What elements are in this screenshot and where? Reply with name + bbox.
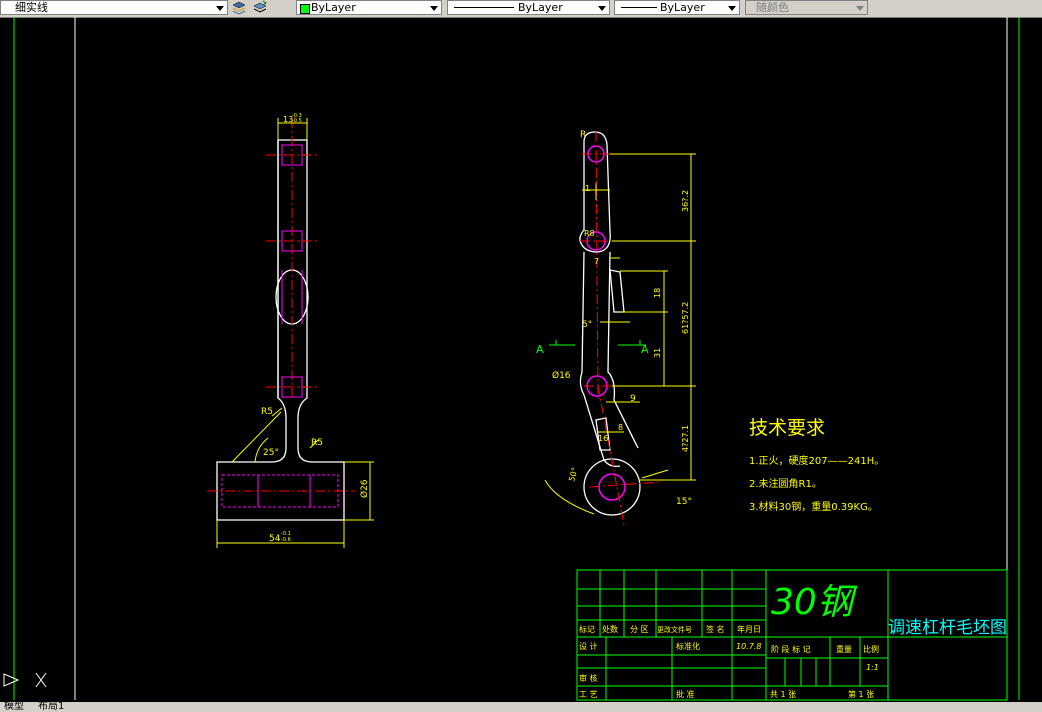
- layer-stack-icon[interactable]: [231, 0, 247, 15]
- ucs-icon: [3, 672, 47, 688]
- dim-8: 8: [618, 423, 623, 432]
- dim-50-deg: 50°: [567, 466, 579, 482]
- tb-sheets-total: 共 1 张: [770, 690, 796, 699]
- dim-small: 1: [585, 184, 590, 193]
- dim-r-mid: R8: [584, 229, 595, 238]
- tb-weight: 重量: [836, 644, 852, 654]
- tb-h-mark: 标记: [579, 624, 595, 634]
- linetype-combo[interactable]: ByLayer: [447, 0, 610, 15]
- tb-h-count: 处数: [602, 624, 618, 634]
- linetype-value: ByLayer: [518, 1, 563, 14]
- left-view: 13 -0.3 -0.5 R5 R5 25° 54 -0.1 -0.6 Ø26: [207, 113, 374, 548]
- tb-review: 审 核: [579, 673, 598, 683]
- dim-base-diameter: Ø26: [359, 479, 370, 498]
- dim-15-deg: 15°: [676, 497, 692, 507]
- dim-angle: 25°: [263, 448, 279, 458]
- section-a-right: A: [641, 343, 649, 356]
- lever-outline-right: [607, 251, 639, 449]
- chevron-down-icon: [856, 6, 864, 11]
- chevron-down-icon[interactable]: [598, 6, 606, 11]
- drawing-canvas[interactable]: 13 -0.3 -0.5 R5 R5 25° 54 -0.1 -0.6 Ø26: [0, 17, 1042, 702]
- dim-seven: 7: [594, 257, 599, 266]
- notes-line-2: 2.未注圆角R1。: [749, 477, 822, 490]
- tb-scale: 比例: [863, 644, 879, 654]
- boss-outline: [275, 269, 309, 325]
- line-sample-icon: [621, 7, 657, 8]
- dim-top-tol-lower: -0.5: [292, 118, 302, 124]
- tb-design: 设 计: [579, 641, 598, 651]
- dim-five-deg: 5°: [582, 320, 592, 330]
- tb-h-docno: 更改文件号: [657, 625, 692, 634]
- dim-r5-left: R5: [261, 407, 273, 417]
- tb-h-zone: 分 区: [630, 625, 649, 634]
- tb-approve: 批 准: [676, 689, 695, 699]
- centerline-slanted: [597, 385, 625, 526]
- tb-stage-mark: 阶 段 标 记: [771, 644, 811, 654]
- right-view: R 1 R8 7 36?.2 18 61?57.2 5° 31 Ø16 9 16…: [536, 130, 696, 526]
- color-combo[interactable]: ByLayer: [296, 0, 442, 15]
- tb-date-value: 10.7.8: [736, 642, 761, 651]
- notes-line-1: 1.正火，硬度207——241H。: [749, 454, 884, 467]
- notes-line-3: 3.材料30钢，重量0.39KG。: [749, 500, 878, 513]
- plotstyle-value: 随颜色: [756, 1, 789, 14]
- dim-31: 31: [653, 348, 662, 358]
- chevron-down-icon[interactable]: [216, 6, 224, 11]
- tb-h-date: 年月日: [737, 624, 761, 634]
- dim-r5-right: R5: [311, 438, 323, 448]
- layer-previous-icon[interactable]: [252, 0, 268, 15]
- linetype-layer-value: 细实线: [15, 1, 48, 14]
- lineweight-combo[interactable]: ByLayer: [614, 0, 740, 15]
- chevron-down-icon[interactable]: [728, 6, 736, 11]
- dim-dia-16: Ø16: [552, 370, 571, 381]
- plotstyle-combo: 随颜色: [745, 0, 868, 15]
- tab-model[interactable]: 模型: [4, 702, 24, 712]
- dim-4271: 4?27.1: [681, 425, 690, 452]
- hole-bottom: [598, 473, 626, 501]
- title-block: 30钢 调速杠杆毛坯图 标记 处数 分 区 更改文件号 签 名 年月日 设 计 …: [576, 569, 1008, 701]
- properties-toolbar: 细实线 ByLayer ByLayer ByLayer 随颜色: [0, 0, 1042, 18]
- dim-r-top: R: [580, 130, 586, 140]
- layout-tabs: 模型 布局1: [0, 702, 1042, 712]
- dim-base-tol-lower: -0.6: [281, 537, 291, 543]
- dim-18: 18: [653, 288, 662, 298]
- dim-base-width: 54: [269, 534, 281, 544]
- color-value: ByLayer: [311, 1, 356, 14]
- tb-standardize: 标准化: [676, 641, 700, 651]
- lineweight-value: ByLayer: [660, 1, 705, 14]
- dim-6157: 61?57.2: [681, 302, 690, 334]
- title-block-title: 调速杠杆毛坯图: [888, 618, 1007, 638]
- centerline-vertical: [595, 131, 599, 401]
- notes-title: 技术要求: [749, 417, 825, 439]
- dim-367: 36?.2: [681, 190, 690, 212]
- line-sample-icon: [454, 7, 514, 8]
- color-swatch: [300, 4, 310, 14]
- tab-layout1[interactable]: 布局1: [38, 702, 64, 712]
- linetype-layer-combo[interactable]: 细实线: [0, 0, 228, 15]
- tb-process: 工 艺: [579, 690, 598, 699]
- tb-h-sign: 签 名: [706, 624, 725, 634]
- lever-outline-side: [216, 139, 345, 521]
- dim-9: 9: [630, 394, 636, 404]
- slot-outline: [609, 269, 625, 313]
- technical-notes: 技术要求 1.正火，硬度207——241H。 2.未注圆角R1。 3.材料30钢…: [749, 417, 884, 513]
- dim-16b: 16: [598, 434, 608, 443]
- tb-scale-value: 1:1: [866, 663, 879, 672]
- tb-sheet-no: 第 1 张: [848, 689, 874, 699]
- section-a-left: A: [536, 343, 544, 356]
- title-block-material: 30钢: [771, 582, 858, 623]
- chevron-down-icon[interactable]: [430, 6, 438, 11]
